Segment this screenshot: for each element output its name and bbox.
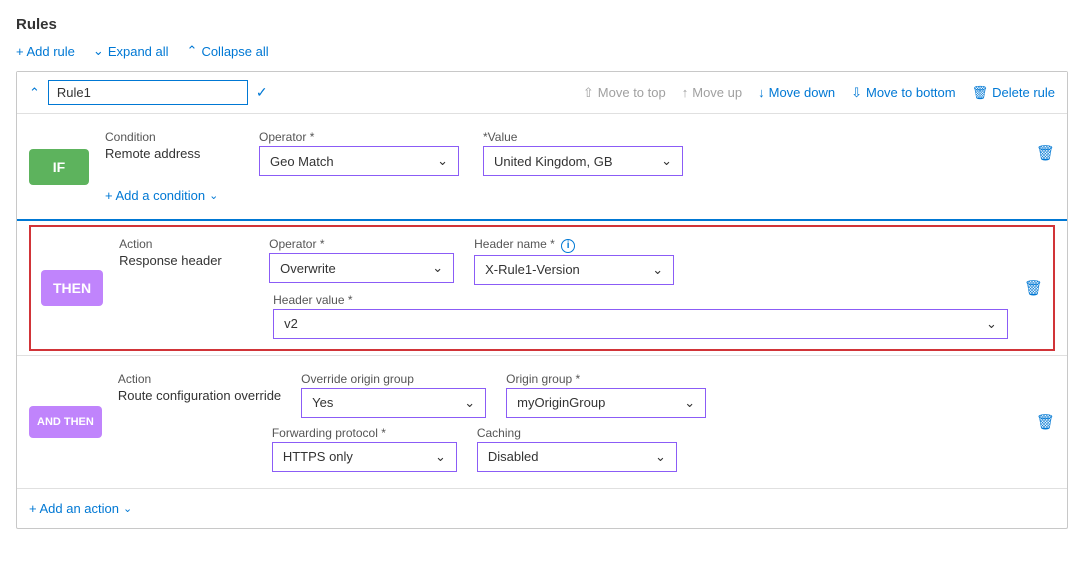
then-content: Action Response header Operator * Overwr… bbox=[119, 237, 1008, 339]
forwarding-group: Forwarding protocol * HTTPS only ⌄ bbox=[272, 426, 457, 472]
then-operator-label: Operator * bbox=[269, 237, 454, 251]
then-delete-button[interactable]: 🗑 bbox=[1024, 279, 1043, 297]
collapse-all-button[interactable]: ⌃ Collapse all bbox=[187, 43, 269, 59]
chevron-down-icon: ⌄ bbox=[661, 153, 672, 169]
chevron-down-icon: ⌄ bbox=[437, 153, 448, 169]
condition-label: Condition bbox=[105, 130, 235, 144]
origin-group-label: Origin group * bbox=[506, 372, 706, 386]
add-action-button[interactable]: + Add an action ⌄ bbox=[17, 489, 1067, 528]
override-group: Override origin group Yes ⌄ bbox=[301, 372, 486, 418]
then-operator-group: Operator * Overwrite ⌄ bbox=[269, 237, 454, 283]
move-down-button[interactable]: ↓ Move down bbox=[758, 85, 835, 100]
value-group: *Value United Kingdom, GB ⌄ bbox=[483, 130, 683, 176]
origin-group-group: Origin group * myOriginGroup ⌄ bbox=[506, 372, 706, 418]
operator-dropdown[interactable]: Geo Match ⌄ bbox=[259, 146, 459, 176]
header-name-label: Header name * i bbox=[474, 237, 674, 253]
delete-icon: 🗑 bbox=[972, 85, 989, 101]
condition-row: Condition Remote address Operator * Geo … bbox=[105, 130, 1055, 176]
then-badge: THEN bbox=[41, 270, 103, 306]
andthen-badge: AND THEN bbox=[29, 406, 102, 438]
condition-value: Remote address bbox=[105, 146, 235, 161]
chevron-down-icon: ⌄ bbox=[123, 502, 132, 515]
condition-label-group: Condition Remote address bbox=[105, 130, 235, 161]
move-up-icon: ↑ bbox=[682, 85, 689, 100]
header-value-group: Header value * v2 ⌄ bbox=[273, 293, 1008, 339]
operator-label: Operator * bbox=[259, 130, 459, 144]
origin-group-dropdown[interactable]: myOriginGroup ⌄ bbox=[506, 388, 706, 418]
condition-delete-button[interactable]: 🗑 bbox=[1036, 144, 1055, 162]
caching-label: Caching bbox=[477, 426, 677, 440]
move-down-icon: ↓ bbox=[758, 85, 765, 100]
move-up-button[interactable]: ↑ Move up bbox=[682, 85, 742, 100]
then-action-value: Response header bbox=[119, 253, 249, 268]
expand-icon: ⌄ bbox=[93, 43, 104, 59]
delete-rule-button[interactable]: 🗑 Delete rule bbox=[972, 85, 1055, 101]
move-to-bottom-button[interactable]: ⇩ Move to bottom bbox=[851, 85, 956, 101]
add-rule-button[interactable]: + Add rule bbox=[16, 44, 75, 59]
andthen-section: AND THEN Action Route configuration over… bbox=[17, 356, 1067, 489]
chevron-down-icon: ⌄ bbox=[432, 260, 443, 276]
header-value-row: Header value * v2 ⌄ bbox=[119, 293, 1008, 339]
chevron-down-icon: ⌄ bbox=[655, 449, 666, 465]
then-section-wrapper: THEN Action Response header Operator * O… bbox=[17, 221, 1067, 356]
collapse-rule-icon[interactable]: ⌃ bbox=[29, 85, 40, 101]
rule-header: ⌃ ✓ ⇧ Move to top ↑ Move up ↓ Move down … bbox=[17, 72, 1067, 114]
check-icon[interactable]: ✓ bbox=[256, 84, 268, 101]
andthen-content: Action Route configuration override Over… bbox=[118, 372, 1020, 472]
header-value-label: Header value * bbox=[273, 293, 1008, 307]
andthen-row2: Forwarding protocol * HTTPS only ⌄ Cachi… bbox=[272, 426, 1020, 472]
collapse-icon: ⌃ bbox=[187, 43, 198, 59]
caching-dropdown[interactable]: Disabled ⌄ bbox=[477, 442, 677, 472]
rule-body: IF Condition Remote address Operator * G… bbox=[17, 114, 1067, 528]
header-name-dropdown[interactable]: X-Rule1-Version ⌄ bbox=[474, 255, 674, 285]
override-label: Override origin group bbox=[301, 372, 486, 386]
then-operator-dropdown[interactable]: Overwrite ⌄ bbox=[269, 253, 454, 283]
info-icon[interactable]: i bbox=[561, 239, 575, 253]
chevron-down-icon: ⌄ bbox=[209, 189, 218, 202]
page-title: Rules bbox=[16, 16, 1068, 33]
move-to-bottom-icon: ⇩ bbox=[851, 85, 862, 101]
value-label: *Value bbox=[483, 130, 683, 144]
chevron-down-icon: ⌄ bbox=[464, 395, 475, 411]
caching-group: Caching Disabled ⌄ bbox=[477, 426, 677, 472]
andthen-delete-button[interactable]: 🗑 bbox=[1036, 413, 1055, 431]
rule-card: ⌃ ✓ ⇧ Move to top ↑ Move up ↓ Move down … bbox=[16, 71, 1068, 529]
andthen-action-label: Action bbox=[118, 372, 281, 386]
then-label-group: Action Response header bbox=[119, 237, 249, 268]
rule-header-left: ⌃ ✓ bbox=[29, 80, 268, 105]
if-content: Condition Remote address Operator * Geo … bbox=[105, 130, 1055, 203]
andthen-label-group: Action Route configuration override bbox=[118, 372, 281, 403]
header-name-group: Header name * i X-Rule1-Version ⌄ bbox=[474, 237, 674, 285]
add-condition-button[interactable]: + Add a condition ⌄ bbox=[105, 188, 1055, 203]
if-badge: IF bbox=[29, 149, 89, 185]
then-section: THEN Action Response header Operator * O… bbox=[29, 225, 1055, 351]
chevron-down-icon: ⌄ bbox=[652, 262, 663, 278]
override-dropdown[interactable]: Yes ⌄ bbox=[301, 388, 486, 418]
operator-group: Operator * Geo Match ⌄ bbox=[259, 130, 459, 176]
andthen-action-value: Route configuration override bbox=[118, 388, 281, 403]
header-value-dropdown[interactable]: v2 ⌄ bbox=[273, 309, 1008, 339]
then-action-label: Action bbox=[119, 237, 249, 251]
andthen-row: Action Route configuration override Over… bbox=[118, 372, 1020, 418]
chevron-down-icon: ⌄ bbox=[986, 316, 997, 332]
chevron-down-icon: ⌄ bbox=[684, 395, 695, 411]
toolbar: + Add rule ⌄ Expand all ⌃ Collapse all bbox=[16, 43, 1068, 59]
chevron-down-icon: ⌄ bbox=[435, 449, 446, 465]
forwarding-dropdown[interactable]: HTTPS only ⌄ bbox=[272, 442, 457, 472]
if-section: IF Condition Remote address Operator * G… bbox=[17, 114, 1067, 221]
then-row: Action Response header Operator * Overwr… bbox=[119, 237, 1008, 285]
move-to-top-icon: ⇧ bbox=[583, 85, 594, 101]
rule-name-input[interactable] bbox=[48, 80, 248, 105]
move-to-top-button[interactable]: ⇧ Move to top bbox=[583, 85, 666, 101]
forwarding-label: Forwarding protocol * bbox=[272, 426, 457, 440]
expand-all-button[interactable]: ⌄ Expand all bbox=[93, 43, 169, 59]
value-dropdown[interactable]: United Kingdom, GB ⌄ bbox=[483, 146, 683, 176]
rule-header-right: ⇧ Move to top ↑ Move up ↓ Move down ⇩ Mo… bbox=[583, 85, 1055, 101]
